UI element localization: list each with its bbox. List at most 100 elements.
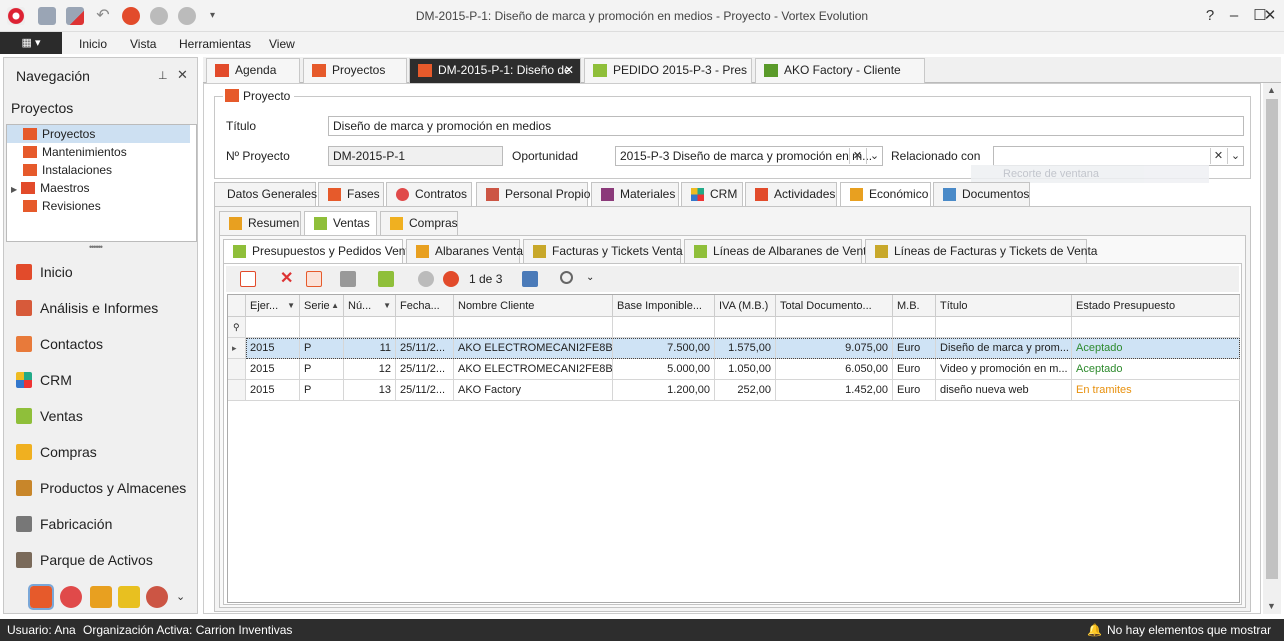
print-icon[interactable] [340,271,356,287]
table-cell[interactable]: 25/11/2... [396,359,454,380]
filter-cell[interactable] [613,317,715,338]
tab-materiales[interactable]: Materiales [591,182,679,206]
pin-icon[interactable]: ⊥ [158,69,168,82]
minimize-button[interactable]: – [1224,6,1244,26]
tab-economico[interactable]: Económico [840,182,931,207]
filter-cell[interactable] [1072,317,1240,338]
table-cell[interactable]: Euro [893,359,936,380]
table-cell[interactable]: 11 [344,338,396,359]
table-cell[interactable]: 252,00 [715,380,776,401]
table-cell[interactable]: 2015 [246,380,300,401]
column-header[interactable]: Fecha... [396,295,454,317]
tab-lineas-facturas[interactable]: Líneas de Facturas y Tickets de Venta [865,239,1097,263]
doctab-ako-factory[interactable]: AKO Factory - Cliente [755,58,925,83]
filter-cell[interactable] [454,317,613,338]
column-header[interactable]: Nú... ▼ [344,295,396,317]
settings-shortcut-icon[interactable] [146,586,168,608]
filter-cell[interactable] [776,317,893,338]
tab-actividades[interactable]: Actividades [745,182,837,206]
oportunidad-field[interactable]: 2015-P-3 Diseño de marca y promoción en … [615,146,883,166]
titulo-field[interactable]: Diseño de marca y promoción en medios [328,116,1244,136]
column-header[interactable]: M.B. [893,295,936,317]
clear-icon[interactable]: ✕ [849,148,865,164]
table-cell[interactable]: AKO ELECTROMECANI2FE8B [454,359,613,380]
nav-module-productos[interactable]: Productos y Almacenes [16,474,186,502]
table-cell[interactable]: 9.075,00 [776,338,893,359]
tab-presupuestos-pedidos[interactable]: Presupuestos y Pedidos Venta [223,239,415,264]
doctab-proyectos[interactable]: Proyectos [303,58,407,83]
bell-icon[interactable]: 🔔 [1087,619,1102,641]
table-cell[interactable]: 5.000,00 [613,359,715,380]
export-icon[interactable] [378,271,394,287]
splitter-handle[interactable]: •••••• [89,242,103,252]
toolbar-more-icon[interactable]: ⌄ [586,272,594,283]
table-cell[interactable]: AKO ELECTROMECANI2FE8B [454,338,613,359]
nav-module-analisis[interactable]: Análisis e Informes [16,294,158,322]
tree-item-proyectos[interactable]: Proyectos [7,125,190,143]
table-cell[interactable]: 6.050,00 [776,359,893,380]
table-cell[interactable]: En tramites [1072,380,1240,401]
filter-cell[interactable] [936,317,1072,338]
column-header[interactable]: Total Documento... [776,295,893,317]
table-cell[interactable]: P [300,338,344,359]
row-indicator[interactable] [228,380,246,401]
nav-module-ventas[interactable]: Ventas [16,402,83,430]
tree-item-revisiones[interactable]: Revisiones [23,197,206,215]
tab-facturas-tickets[interactable]: Facturas y Tickets Venta [523,239,683,263]
table-cell[interactable]: P [300,359,344,380]
tree-item-instalaciones[interactable]: Instalaciones [23,161,206,179]
dropdown-icon[interactable]: ⌄ [866,148,882,164]
tab-fases[interactable]: Fases [318,182,384,206]
expand-arrow-icon[interactable]: ▶ [11,185,17,194]
table-cell[interactable]: 2015 [246,338,300,359]
filter-cell[interactable] [300,317,344,338]
table-cell[interactable]: 25/11/2... [396,338,454,359]
column-header[interactable]: Estado Presupuesto [1072,295,1240,317]
tab-resumen[interactable]: Resumen [219,211,301,235]
sort-asc-icon[interactable]: ▲ [331,295,339,316]
column-header[interactable]: Base Imponible... [613,295,715,317]
tab-albaranes-venta[interactable]: Albaranes Venta [406,239,523,263]
close-button[interactable]: ✕ [1260,6,1280,26]
doctab-agenda[interactable]: Agenda [206,58,300,83]
nav-module-inicio[interactable]: Inicio [16,258,73,286]
column-header[interactable]: Serie ▲ [300,295,344,317]
sort-desc-icon[interactable]: ▼ [383,295,391,316]
table-cell[interactable]: P [300,380,344,401]
projects-shortcut-icon[interactable] [28,584,54,610]
table-cell[interactable]: Aceptado [1072,338,1240,359]
clear-icon[interactable]: ✕ [1210,148,1226,164]
tab-close-icon[interactable]: ✕ [564,59,574,82]
nav-module-parque[interactable]: Parque de Activos [16,546,153,574]
documents-shortcut-icon[interactable] [118,586,140,608]
tab-lineas-albaranes[interactable]: Líneas de Albaranes de Venta [684,239,873,263]
sort-desc-icon[interactable]: ▼ [287,295,295,316]
filter-cell[interactable] [344,317,396,338]
table-cell[interactable]: 1.050,00 [715,359,776,380]
row-indicator[interactable]: ▸ [228,338,246,359]
tab-documentos[interactable]: Documentos [933,182,1030,206]
scroll-up-icon[interactable]: ▲ [1267,85,1276,95]
doctab-pedido[interactable]: PEDIDO 2015-P-3 - Pres [584,58,752,83]
transfers-shortcut-icon[interactable] [90,586,112,608]
nav-module-fabricacion[interactable]: Fabricación [16,510,112,538]
column-header[interactable]: IVA (M.B.) [715,295,776,317]
tab-crm[interactable]: CRM [681,182,743,206]
save-icon[interactable] [522,271,538,287]
filter-cell[interactable] [396,317,454,338]
help-icon[interactable]: ? [1200,6,1220,26]
table-cell[interactable]: 2015 [246,359,300,380]
column-header[interactable]: Nombre Cliente [454,295,613,317]
tree-item-maestros[interactable]: ▶ Maestros [11,179,194,197]
table-cell[interactable]: Diseño de marca y prom... [936,338,1072,359]
table-cell[interactable]: Euro [893,380,936,401]
delete-icon[interactable]: ✕ [280,271,296,287]
menu-vista[interactable]: Vista [130,37,156,51]
filter-cell[interactable] [715,317,776,338]
row-indicator[interactable] [228,359,246,380]
dropdown-icon[interactable]: ⌄ [1227,148,1243,164]
column-header[interactable]: Título [936,295,1072,317]
search-icon[interactable] [560,271,573,284]
app-menu-button[interactable]: ▦ ▾ [0,32,62,54]
nav-module-compras[interactable]: Compras [16,438,97,466]
